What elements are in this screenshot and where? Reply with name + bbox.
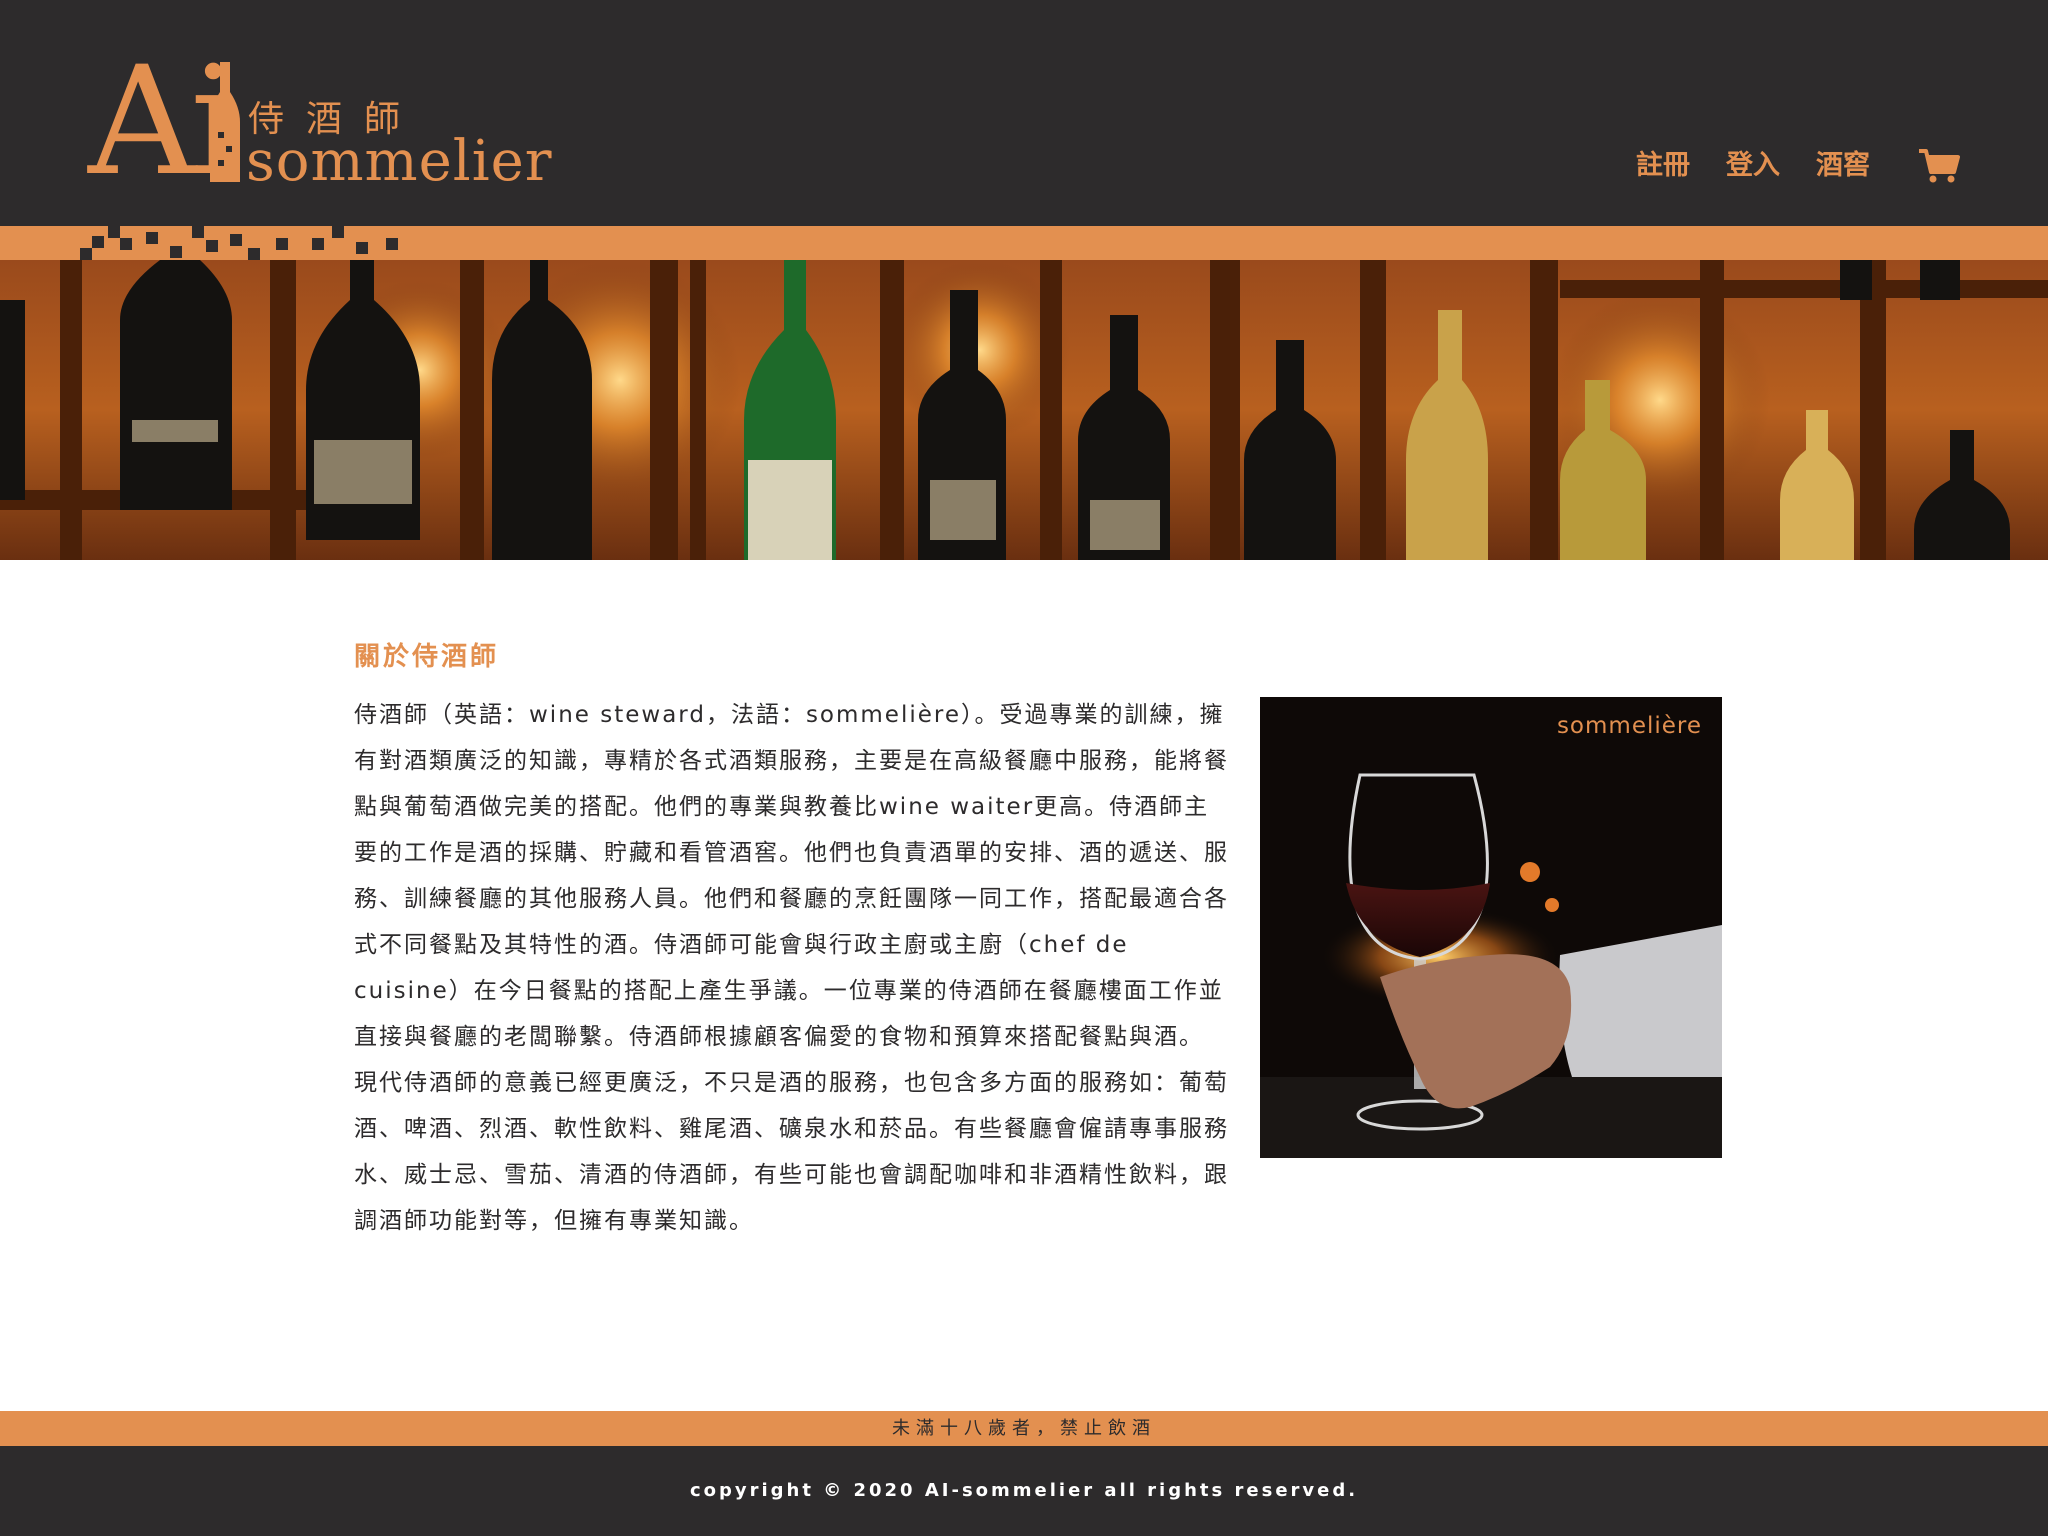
- site-header: Ai 侍酒師 sommelier 註冊 登入 酒窖: [0, 0, 2048, 226]
- about-paragraph: 侍酒師（英語：wine steward，法語：sommelière）。受過專業的…: [354, 702, 1229, 1050]
- site-footer: copyright © 2020 AI-sommelier all rights…: [0, 1446, 2048, 1536]
- main-nav: 註冊 登入 酒窖: [1636, 146, 1960, 186]
- nav-login-link[interactable]: 登入: [1726, 146, 1780, 186]
- logo-english-name: sommelier: [246, 129, 553, 194]
- about-title: 關於侍酒師: [354, 642, 500, 672]
- photo-caption: sommelière: [1556, 713, 1702, 739]
- copyright-text: copyright © 2020 AI-sommelier all rights…: [689, 1480, 1359, 1501]
- nav-cellar-link[interactable]: 酒窖: [1816, 146, 1870, 186]
- cart-icon[interactable]: [1918, 148, 1960, 184]
- about-article: 侍酒師（英語：wine steward，法語：sommelière）。受過專業的…: [354, 692, 1234, 1244]
- wine-glass-hand-illustration: [1260, 697, 1722, 1158]
- wine-bottle-logo-icon: [210, 62, 240, 182]
- nav-register-link[interactable]: 註冊: [1636, 146, 1690, 186]
- about-paragraph: 現代侍酒師的意義已經更廣泛，不只是酒的服務，也包含多方面的服務如：葡萄酒、啤酒、…: [354, 1070, 1229, 1234]
- wine-shelf-illustration: [0, 260, 2048, 560]
- pixel-decoration: [80, 226, 530, 260]
- sommelier-photo: sommelière: [1260, 697, 1722, 1158]
- site-logo[interactable]: Ai 侍酒師 sommelier: [88, 47, 552, 197]
- hero-banner-wine-shelf: [0, 260, 2048, 560]
- age-warning: 未滿十八歲者，禁止飲酒: [0, 1411, 2048, 1446]
